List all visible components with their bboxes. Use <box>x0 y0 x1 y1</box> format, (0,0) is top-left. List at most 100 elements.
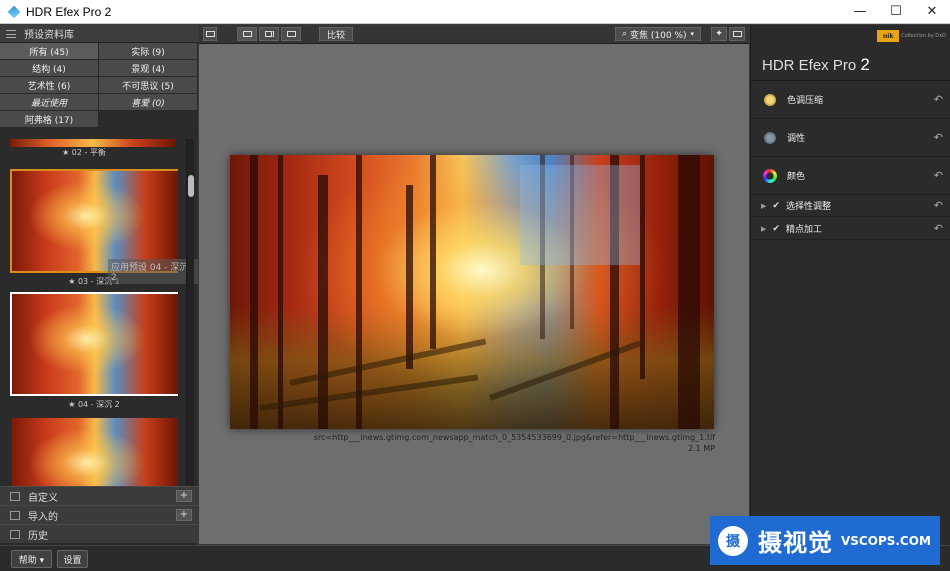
custom-icon <box>10 491 20 501</box>
reset-icon[interactable]: ↶ <box>934 131 943 144</box>
section-label: 历史 <box>28 530 48 542</box>
product-name: HDR Efex Pro <box>762 57 857 74</box>
panel-toggle-icon <box>205 31 215 37</box>
toggle-panel-button[interactable] <box>203 27 217 41</box>
sun-icon <box>763 92 777 107</box>
filter-empty-cell <box>99 111 198 128</box>
panel-tonality[interactable]: 调性 ↶ <box>751 119 950 157</box>
add-custom-button[interactable]: + <box>176 490 192 502</box>
panel-tone-compression[interactable]: 色调压缩 ↶ <box>751 81 950 119</box>
product-version: 2 <box>860 55 870 74</box>
filter-landscape[interactable]: 景观 (4) <box>99 60 198 77</box>
close-button[interactable]: ✕ <box>914 0 950 24</box>
side-by-side-icon <box>286 31 296 37</box>
preset-category-filters: 所有 (45) 实际 (9) 结构 (4) 景观 (4) 艺术性 (6) 不可思… <box>0 43 198 128</box>
checkmark-icon[interactable]: ✔ <box>772 224 780 234</box>
section-custom[interactable]: 自定义 + <box>0 486 198 505</box>
add-imported-button[interactable]: + <box>176 509 192 521</box>
preset-thumbnail[interactable] <box>10 169 178 273</box>
title-bar: HDR Efex Pro 2 — ☐ ✕ <box>0 0 950 24</box>
window-title: HDR Efex Pro 2 <box>26 4 112 19</box>
preset-thumbnail-partial[interactable] <box>10 139 176 147</box>
tree-trunk <box>430 155 436 349</box>
split-view-icon <box>264 31 274 37</box>
preview-toolbar: 比较 ⌕ 变焦 (100 %) ▾ ✦ <box>199 25 749 44</box>
expand-triangle-icon[interactable]: ▶ <box>761 202 766 210</box>
menu-icon <box>6 29 16 38</box>
chevron-down-icon: ▾ <box>690 30 695 38</box>
nik-badge: nik <box>877 30 900 42</box>
preset-library-title: 预设资料库 <box>24 30 74 41</box>
panel-label: 颜色 <box>787 172 806 182</box>
single-view-button[interactable] <box>237 27 257 41</box>
watermark: 摄 摄视觉 VSCOPS.COM <box>710 516 940 565</box>
file-info: src=http___inews.gtimg.com_newsapp_match… <box>314 432 715 454</box>
preset-item[interactable]: ★ 02 - 平衡 <box>0 147 168 159</box>
reset-icon[interactable]: ↶ <box>934 169 943 182</box>
adjustments-panel: nik Collection by DxO HDR Efex Pro 2 色调压… <box>750 25 950 545</box>
filter-structure[interactable]: 结构 (4) <box>0 60 99 77</box>
preset-thumbnail[interactable] <box>10 292 178 396</box>
app-logo-icon <box>7 5 21 18</box>
panel-label: 调性 <box>787 134 806 144</box>
brand-text: Collection by DxO <box>901 33 946 39</box>
settings-button[interactable]: 设置 <box>57 550 88 568</box>
section-imported[interactable]: 导入的 + <box>0 505 198 524</box>
filter-artistic[interactable]: 艺术性 (6) <box>0 77 99 94</box>
section-label: 自定义 <box>28 492 58 504</box>
preset-scrollbar[interactable] <box>186 139 194 511</box>
panel-label: 精点加工 <box>785 225 822 235</box>
side-by-side-button[interactable] <box>281 27 301 41</box>
presets-panel: 预设资料库 所有 (45) 实际 (9) 结构 (4) 景观 (4) 艺术性 (… <box>0 25 198 545</box>
import-icon <box>10 510 20 520</box>
image-preview-area[interactable]: src=http___inews.gtimg.com_newsapp_match… <box>199 44 749 544</box>
filter-afg[interactable]: 阿弗格 (17) <box>0 111 99 128</box>
filter-recent[interactable]: 最近使用 <box>0 94 99 111</box>
main-preview-image[interactable] <box>230 155 714 429</box>
expand-triangle-icon[interactable]: ▶ <box>761 225 766 233</box>
tree-trunk <box>318 175 328 429</box>
loupe-button[interactable]: ✦ <box>711 27 727 41</box>
lightbulb-icon: ✦ <box>715 29 723 39</box>
reset-icon[interactable]: ↶ <box>934 222 943 235</box>
window-controls: — ☐ ✕ <box>842 0 950 24</box>
preset-preview-image <box>12 171 178 271</box>
filter-favorites[interactable]: 喜爱 (0) <box>99 94 198 111</box>
file-size: 2.1 MP <box>688 444 715 453</box>
history-icon <box>10 529 20 539</box>
product-title: HDR Efex Pro 2 <box>762 55 870 75</box>
background-button[interactable] <box>729 27 745 41</box>
panel-label: 色调压缩 <box>787 96 824 106</box>
color-wheel-icon <box>763 168 777 183</box>
filter-realistic[interactable]: 实际 (9) <box>99 43 198 60</box>
panel-color[interactable]: 颜色 ↶ <box>751 157 950 195</box>
maximize-button[interactable]: ☐ <box>878 0 914 24</box>
nik-collection-logo: nik Collection by DxO <box>877 30 946 42</box>
filter-surreal[interactable]: 不可思议 (5) <box>99 77 198 94</box>
help-button[interactable]: 帮助 ▾ <box>11 550 52 568</box>
scrollbar-thumb[interactable] <box>188 175 194 197</box>
split-view-button[interactable] <box>259 27 279 41</box>
file-name: src=http___inews.gtimg.com_newsapp_match… <box>313 433 715 442</box>
watermark-cn-text: 摄视觉 <box>758 529 833 557</box>
compare-button[interactable]: 比较 <box>319 27 353 41</box>
zoom-label: 变焦 (100 %) <box>630 30 687 41</box>
reset-icon[interactable]: ↶ <box>934 93 943 106</box>
checkmark-icon[interactable]: ✔ <box>772 201 780 211</box>
watermark-en-text: VSCOPS.COM <box>841 533 931 548</box>
watermark-logo-icon: 摄 <box>718 525 748 556</box>
preset-library-header[interactable]: 预设资料库 <box>0 25 198 43</box>
panel-label: 选择性调整 <box>785 202 831 212</box>
reset-icon[interactable]: ↶ <box>934 199 943 212</box>
section-history[interactable]: 历史 <box>0 524 198 543</box>
section-label: 导入的 <box>28 511 58 523</box>
preset-caption: ★ 02 - 平衡 <box>62 148 106 157</box>
preset-item[interactable]: ★ 04 - 深沉 2 <box>10 292 178 411</box>
filter-all[interactable]: 所有 (45) <box>0 43 99 60</box>
minimize-button[interactable]: — <box>842 0 878 24</box>
tone-icon <box>763 130 777 145</box>
sky-area <box>520 165 640 265</box>
panel-finishing[interactable]: ▶ ✔ 精点加工 ↶ <box>751 218 950 240</box>
zoom-dropdown[interactable]: ⌕ 变焦 (100 %) ▾ <box>615 27 701 41</box>
panel-selective-adjustments[interactable]: ▶ ✔ 选择性调整 ↶ <box>751 195 950 217</box>
